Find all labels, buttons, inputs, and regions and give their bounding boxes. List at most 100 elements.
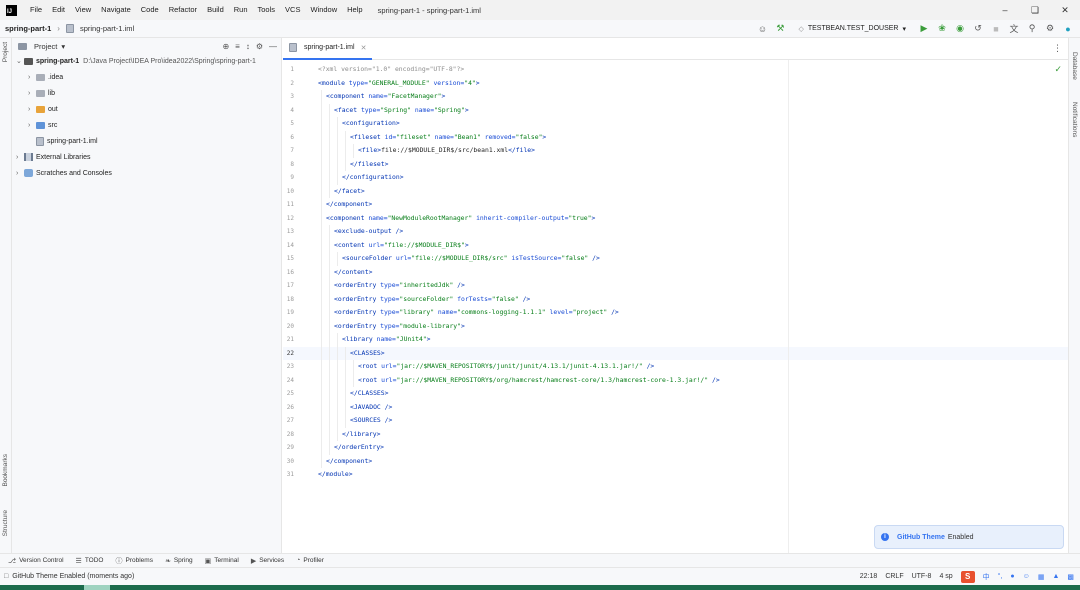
tree-item[interactable]: › src: [28, 117, 57, 133]
tool-profiler[interactable]: ◔ Profiler: [296, 557, 324, 564]
gear-icon[interactable]: ⚙: [256, 42, 263, 51]
line-number[interactable]: 21: [283, 333, 307, 347]
line-number[interactable]: 31: [283, 468, 307, 482]
close-button[interactable]: ✕: [1050, 0, 1080, 20]
close-icon[interactable]: ✕: [361, 44, 367, 52]
bookmarks-tool-button[interactable]: Bookmarks: [2, 454, 9, 487]
keyboard-icon[interactable]: ▦: [1038, 573, 1045, 581]
tree-item[interactable]: spring-part-1.iml: [28, 133, 98, 149]
editor-tab[interactable]: spring-part-1.iml ✕: [283, 38, 373, 60]
locate-icon[interactable]: ⊕: [222, 42, 229, 51]
breadcrumb-file[interactable]: spring-part-1.iml: [65, 24, 134, 33]
tree-item[interactable]: › Scratches and Consoles: [16, 165, 112, 181]
project-view-selector[interactable]: Project ▾: [18, 42, 65, 51]
tree-item[interactable]: › External Libraries: [16, 149, 90, 165]
translate-icon[interactable]: 文: [1008, 22, 1020, 35]
line-number[interactable]: 18: [283, 293, 307, 307]
clothes-icon[interactable]: ▲: [1052, 573, 1059, 580]
line-number[interactable]: 19: [283, 306, 307, 320]
structure-tool-button[interactable]: Structure: [2, 510, 9, 536]
tool-terminal[interactable]: ▣ Terminal: [205, 557, 239, 565]
tree-item[interactable]: › lib: [28, 85, 55, 101]
tool-spring[interactable]: ❧ Spring: [165, 557, 193, 565]
menu-window[interactable]: Window: [305, 0, 342, 20]
line-number[interactable]: 17: [283, 279, 307, 293]
search-icon[interactable]: ⚲: [1026, 23, 1038, 34]
punctuation-icon[interactable]: °,: [998, 573, 1003, 580]
debug-icon[interactable]: ❀: [936, 23, 948, 34]
tool-todo[interactable]: ☰ TODO: [76, 557, 104, 565]
chevron-right-icon[interactable]: ›: [28, 74, 36, 81]
tool-services[interactable]: ▶ Services: [251, 557, 284, 565]
line-number[interactable]: 22: [283, 347, 307, 361]
line-number[interactable]: 8: [283, 158, 307, 172]
indent-setting[interactable]: 4 sp: [939, 573, 952, 580]
line-number[interactable]: 5: [283, 117, 307, 131]
menu-view[interactable]: View: [70, 0, 96, 20]
build-hammer-icon[interactable]: ⚒: [774, 23, 786, 34]
line-number[interactable]: 11: [283, 198, 307, 212]
ime-language[interactable]: 中: [983, 572, 990, 582]
line-number[interactable]: 3: [283, 90, 307, 104]
tree-item[interactable]: › .idea: [28, 69, 63, 85]
chevron-right-icon[interactable]: ›: [28, 106, 36, 113]
chevron-right-icon[interactable]: ›: [28, 90, 36, 97]
line-number[interactable]: 29: [283, 441, 307, 455]
line-number[interactable]: 30: [283, 455, 307, 469]
line-number[interactable]: 6: [283, 131, 307, 145]
menu-run[interactable]: Run: [229, 0, 253, 20]
line-number[interactable]: 2: [283, 77, 307, 91]
menu-code[interactable]: Code: [136, 0, 164, 20]
menu-refactor[interactable]: Refactor: [164, 0, 202, 20]
notification-theme-name[interactable]: GitHub Theme: [897, 534, 945, 541]
no-problems-check-icon[interactable]: ✓: [1054, 64, 1062, 75]
line-number[interactable]: 28: [283, 428, 307, 442]
run-icon[interactable]: ▶: [918, 23, 930, 34]
collapse-all-icon[interactable]: ≡: [235, 42, 240, 51]
line-number[interactable]: 24: [283, 374, 307, 388]
line-number[interactable]: 27: [283, 414, 307, 428]
line-number[interactable]: 1: [283, 63, 307, 77]
status-message[interactable]: GitHub Theme Enabled (moments ago): [12, 573, 134, 580]
minimize-button[interactable]: –: [990, 0, 1020, 20]
expand-all-icon[interactable]: ↕: [246, 42, 250, 51]
line-number[interactable]: 12: [283, 212, 307, 226]
microphone-icon[interactable]: ●: [1010, 573, 1014, 580]
line-number[interactable]: 25: [283, 387, 307, 401]
line-number[interactable]: 4: [283, 104, 307, 118]
tree-item[interactable]: ⌄ spring-part-1 D:\Java Project\IDEA Pro\i…: [16, 53, 256, 69]
jetbrains-toolbox-icon[interactable]: ●: [1062, 24, 1074, 34]
line-number[interactable]: 9: [283, 171, 307, 185]
chevron-right-icon[interactable]: ›: [16, 170, 24, 177]
line-number[interactable]: 14: [283, 239, 307, 253]
menu-file[interactable]: File: [25, 0, 47, 20]
sogou-ime-icon[interactable]: S: [960, 570, 975, 583]
menu-tools[interactable]: Tools: [253, 0, 281, 20]
project-tool-button[interactable]: Project: [2, 42, 9, 62]
menu-vcs[interactable]: VCS: [280, 0, 305, 20]
run-config-selector[interactable]: ◇ TESTBEAN.TEST_DOUSER ▾: [792, 25, 912, 33]
more-run-icon[interactable]: ↺: [972, 23, 984, 34]
gear-icon[interactable]: ⚙: [1044, 23, 1056, 34]
line-number[interactable]: 15: [283, 252, 307, 266]
tool-version-control[interactable]: ⎇ Version Control: [8, 557, 64, 565]
menu-build[interactable]: Build: [202, 0, 229, 20]
line-number[interactable]: 10: [283, 185, 307, 199]
grid-icon[interactable]: ▩: [1067, 573, 1074, 581]
menu-help[interactable]: Help: [342, 0, 367, 20]
caret-position[interactable]: 22:18: [860, 573, 878, 580]
breadcrumb-project[interactable]: spring-part-1: [5, 24, 51, 33]
database-tool-button[interactable]: Database: [1071, 52, 1078, 80]
hide-icon[interactable]: —: [269, 42, 277, 51]
chevron-right-icon[interactable]: ›: [16, 154, 24, 161]
chevron-down-icon[interactable]: ⌄: [16, 57, 24, 65]
menu-edit[interactable]: Edit: [47, 0, 70, 20]
chevron-right-icon[interactable]: ›: [28, 122, 36, 129]
notification-balloon[interactable]: i GitHub Theme Enabled: [874, 525, 1064, 549]
notifications-tool-button[interactable]: Notifications: [1071, 102, 1078, 137]
line-number[interactable]: 23: [283, 360, 307, 374]
line-number[interactable]: 13: [283, 225, 307, 239]
taskbar-active-item[interactable]: [84, 585, 110, 590]
file-encoding[interactable]: UTF-8: [912, 573, 932, 580]
more-options-icon[interactable]: ⋮: [1053, 43, 1062, 54]
